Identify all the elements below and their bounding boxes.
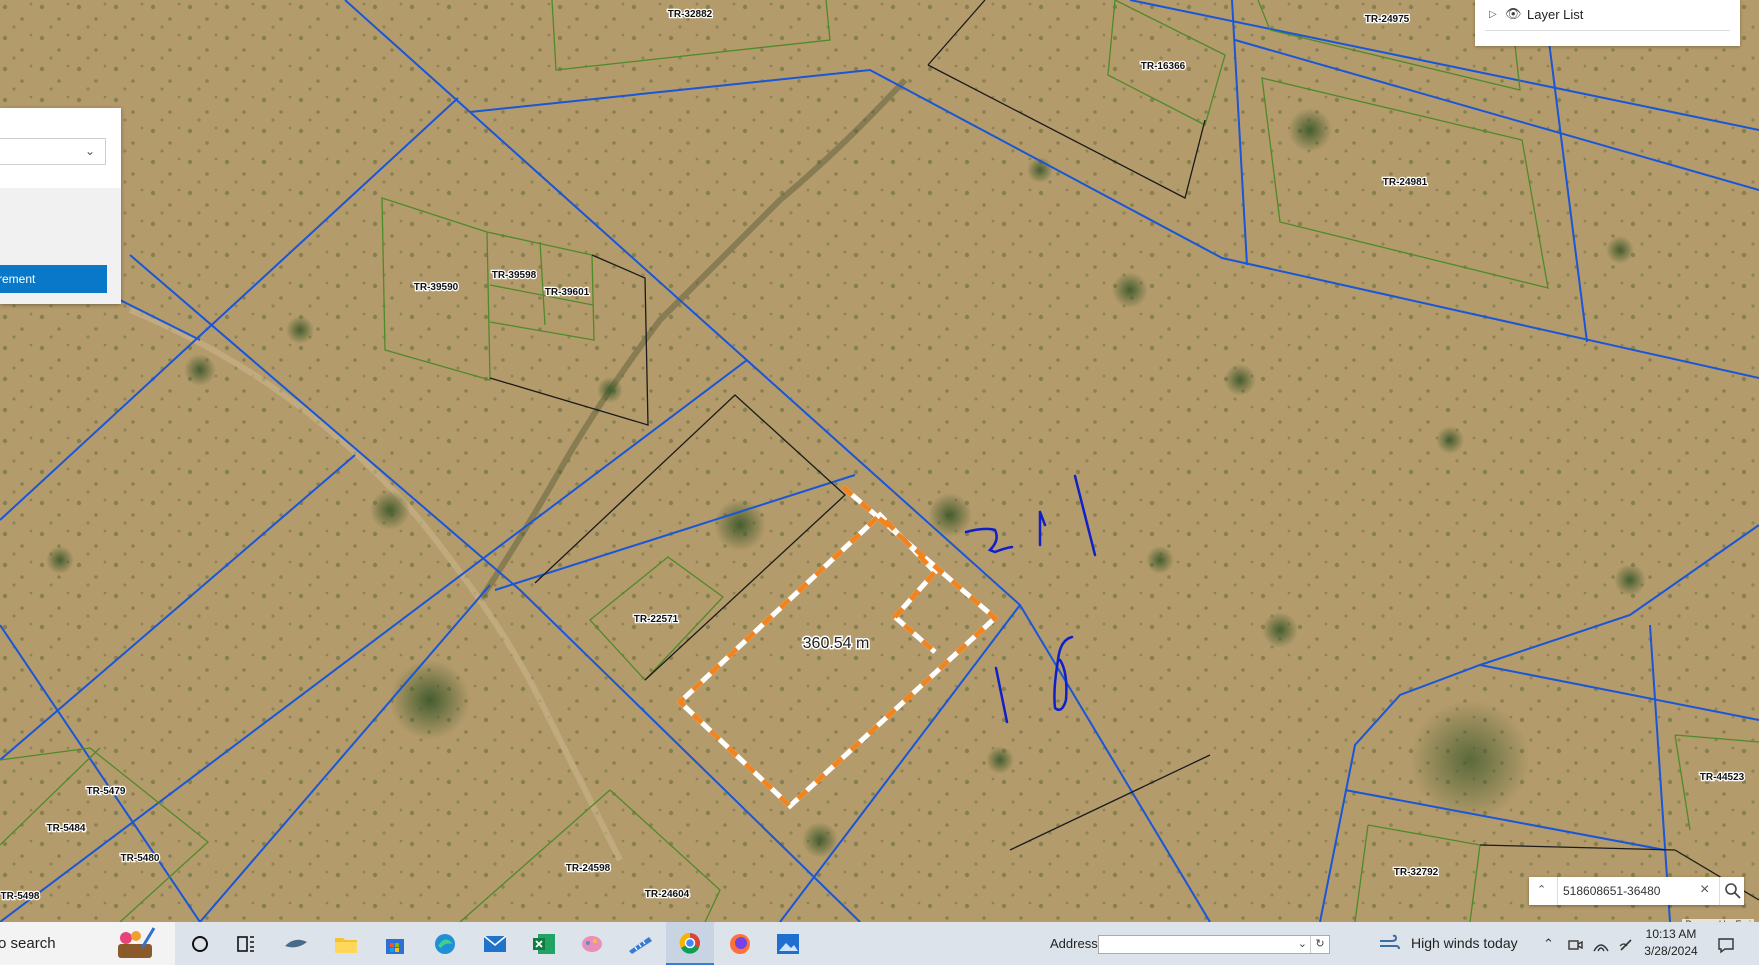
refresh-icon[interactable]: ↻ xyxy=(1310,936,1329,953)
parcel-label: TR-16366 xyxy=(1141,61,1186,72)
file-explorer-icon[interactable] xyxy=(322,922,370,965)
ruler-icon[interactable] xyxy=(616,922,664,965)
weather-status[interactable]: High winds today xyxy=(1411,922,1518,965)
chrome-icon[interactable] xyxy=(666,922,714,965)
chevron-up-icon[interactable]: ⌃ xyxy=(1543,922,1554,965)
notification-icon[interactable] xyxy=(1717,922,1735,965)
clock-date: 3/28/2024 xyxy=(1644,944,1698,958)
wind-icon[interactable] xyxy=(1378,934,1400,952)
eye-icon[interactable]: 👁 xyxy=(1505,5,1522,23)
parcel-label: TR-5498 xyxy=(1,891,40,902)
wifi-icon[interactable] xyxy=(1592,922,1610,965)
map-view[interactable]: TR-32882 TR-24975 TR-16366 TR-24981 TR-3… xyxy=(0,0,1759,922)
taskbar-search-text: o search xyxy=(0,935,56,952)
excel-icon[interactable] xyxy=(520,922,568,965)
firefox-icon[interactable] xyxy=(716,922,764,965)
snipping-icon[interactable] xyxy=(272,922,320,965)
parcel-label: TR-5479 xyxy=(87,786,126,797)
expand-triangle-icon[interactable]: ▷ xyxy=(1489,6,1497,24)
layer-list-panel: ▷ 👁 Layer List xyxy=(1475,0,1740,46)
address-toolbar-label: Address xyxy=(1050,936,1098,951)
store-icon[interactable] xyxy=(371,922,419,965)
parcel-label: TR-32882 xyxy=(668,9,713,20)
layer-list-label: Layer List xyxy=(1527,7,1584,22)
parcel-label: TR-24975 xyxy=(1365,14,1410,25)
clock-time: 10:13 AM xyxy=(1645,927,1697,941)
map-canvas[interactable]: TR-32882 TR-24975 TR-16366 TR-24981 TR-3… xyxy=(0,0,1759,922)
chevron-up-icon[interactable]: ⌃ xyxy=(1537,883,1551,897)
measurement-widget: ⌄ rement xyxy=(0,108,121,304)
search-icon[interactable] xyxy=(1719,877,1745,905)
parcel-label: TR-32792 xyxy=(1394,867,1439,878)
search-widget: ⌃ 518608651-36480 × xyxy=(1529,877,1744,905)
chevron-down-icon[interactable]: ⌄ xyxy=(1298,936,1307,953)
parcel-label: TR-5480 xyxy=(121,853,160,864)
parcel-label: TR-24981 xyxy=(1383,177,1428,188)
clear-icon[interactable]: × xyxy=(1700,881,1709,899)
divider xyxy=(1557,877,1558,905)
parcel-label: TR-24604 xyxy=(645,889,690,900)
paint-icon[interactable] xyxy=(95,922,175,965)
parcel-label: TR-44523 xyxy=(1700,772,1745,783)
parcel-label: TR-5484 xyxy=(47,823,86,834)
layer-list-item[interactable]: ▷ 👁 Layer List xyxy=(1485,6,1730,31)
task-view-icon[interactable] xyxy=(222,922,270,965)
windows-taskbar: o search Address ⌄ ↻ High winds today ⌃ … xyxy=(0,922,1759,965)
edge-icon[interactable] xyxy=(421,922,469,965)
parcel-label: TR-39601 xyxy=(545,287,590,298)
pen-workspace-icon[interactable] xyxy=(1618,922,1634,965)
meet-now-icon[interactable] xyxy=(1567,922,1583,965)
unit-dropdown[interactable]: ⌄ xyxy=(0,138,106,165)
cortana-icon[interactable] xyxy=(176,922,224,965)
chevron-down-icon: ⌄ xyxy=(84,144,95,158)
address-input[interactable]: ⌄ ↻ xyxy=(1098,935,1330,954)
new-measurement-button[interactable]: rement xyxy=(0,265,107,293)
search-input[interactable]: 518608651-36480 xyxy=(1563,877,1698,905)
mail-icon[interactable] xyxy=(471,922,519,965)
system-clock[interactable]: 10:13 AM 3/28/2024 xyxy=(1640,926,1702,960)
parcel-label: TR-24598 xyxy=(566,863,611,874)
measurement-result: 360.54 m xyxy=(803,635,870,652)
paint-3d-icon[interactable] xyxy=(568,922,616,965)
photos-icon[interactable] xyxy=(764,922,812,965)
parcel-label: TR-39598 xyxy=(492,270,537,281)
parcel-label: TR-22571 xyxy=(634,614,679,625)
parcel-label: TR-39590 xyxy=(414,282,459,293)
